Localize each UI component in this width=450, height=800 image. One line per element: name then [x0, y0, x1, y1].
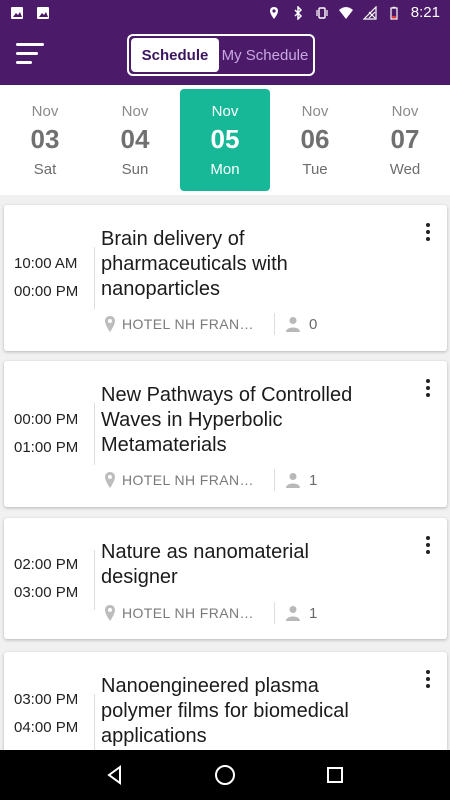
session-location: HOTEL NH FRANKFURT	[122, 316, 262, 332]
wifi-icon	[338, 6, 353, 19]
date-month: Nov	[121, 102, 149, 120]
date-month: Nov	[391, 102, 419, 120]
more-options-icon[interactable]	[425, 223, 431, 243]
date-item[interactable]: Nov 06 Tue	[270, 89, 360, 191]
date-weekday: Sat	[33, 160, 57, 178]
date-item[interactable]: Nov 04 Sun	[90, 89, 180, 191]
schedule-tab[interactable]: Schedule	[131, 38, 219, 72]
session-meta: HOTEL NH FRANKFURT 0	[104, 313, 317, 335]
session-times: 10:00 AM 00:00 PM	[14, 205, 90, 351]
session-times: 02:00 PM 03:00 PM	[14, 518, 90, 639]
session-start-time: 03:00 PM	[14, 691, 79, 708]
session-start-time: 00:00 PM	[14, 411, 79, 428]
date-day: 06	[300, 123, 330, 154]
person-icon	[286, 317, 300, 332]
session-end-time: 03:00 PM	[14, 583, 79, 601]
date-item[interactable]: Nov 07 Wed	[360, 89, 450, 191]
location-icon	[269, 6, 278, 19]
vibrate-icon	[316, 6, 328, 19]
session-meta: HOTEL NH FRANKFURT 1	[104, 469, 317, 491]
status-bar: 8:21	[0, 0, 450, 25]
meta-divider	[274, 313, 275, 335]
location-pin-icon	[105, 605, 115, 621]
session-card[interactable]: 03:00 PM 04:00 PM Nanoengineered plasma …	[4, 652, 447, 750]
date-strip: Nov 03 Sat Nov 04 Sun Nov 05 Mon Nov 06 …	[0, 85, 450, 195]
more-options-icon[interactable]	[425, 379, 431, 399]
recents-square-icon[interactable]	[323, 763, 347, 787]
date-weekday: Tue	[302, 160, 328, 178]
attendee-count: 0	[309, 315, 318, 333]
location-pin-icon	[105, 472, 115, 488]
meta-divider	[274, 469, 275, 491]
session-card[interactable]: 00:00 PM 01:00 PM New Pathways of Contro…	[4, 361, 447, 507]
gallery-icon	[37, 6, 49, 19]
date-weekday: Wed	[389, 160, 421, 178]
session-location: HOTEL NH FRANKFURT	[122, 472, 262, 488]
meta-divider	[274, 602, 275, 624]
date-item[interactable]: Nov 03 Sat	[0, 89, 90, 191]
date-month: Nov	[211, 102, 239, 120]
session-title: New Pathways of Controlled Waves in Hype…	[101, 384, 353, 456]
divider	[94, 403, 95, 465]
session-end-time: 00:00 PM	[14, 283, 79, 300]
date-day: 03	[30, 123, 60, 154]
no-signal-icon	[362, 5, 377, 20]
battery-icon	[390, 6, 398, 20]
session-location: HOTEL NH FRANKFURT	[122, 605, 262, 621]
date-day: 05	[210, 123, 240, 154]
session-end-time: 04:00 PM	[14, 719, 79, 736]
more-options-icon[interactable]	[425, 536, 431, 556]
hamburger-menu-icon[interactable]	[16, 43, 44, 67]
back-triangle-icon[interactable]	[103, 763, 127, 787]
session-start-time: 10:00 AM	[14, 255, 78, 272]
session-times: 03:00 PM 04:00 PM	[14, 686, 90, 742]
attendee-count: 1	[309, 604, 318, 622]
home-circle-icon[interactable]	[213, 763, 237, 787]
divider	[94, 550, 95, 610]
system-nav-bar	[0, 750, 450, 800]
date-day: 07	[390, 123, 420, 154]
date-month: Nov	[301, 102, 329, 120]
date-weekday: Mon	[210, 160, 240, 178]
session-title: Nature as nanomaterial designer	[101, 541, 309, 588]
session-end-time: 01:00 PM	[14, 439, 79, 456]
more-options-icon[interactable]	[425, 670, 431, 690]
bluetooth-icon	[294, 5, 302, 20]
my-schedule-tab[interactable]: My Schedule	[219, 38, 311, 72]
session-list: 10:00 AM 00:00 PM Brain delivery of phar…	[0, 195, 450, 750]
date-weekday: Sun	[121, 160, 149, 178]
schedule-segment-control: Schedule My Schedule	[127, 34, 315, 76]
attendee-count: 1	[309, 471, 318, 489]
status-time: 8:21	[410, 4, 440, 21]
session-times: 00:00 PM 01:00 PM	[14, 361, 90, 507]
session-start-time: 02:00 PM	[14, 555, 79, 573]
image-icon	[11, 6, 23, 19]
app-bar: Schedule My Schedule	[0, 25, 450, 85]
divider	[94, 247, 95, 309]
location-pin-icon	[105, 316, 115, 332]
session-card[interactable]: 10:00 AM 00:00 PM Brain delivery of phar…	[4, 205, 447, 351]
session-meta: HOTEL NH FRANKFURT 1	[104, 602, 317, 624]
session-card[interactable]: 02:00 PM 03:00 PM Nature as nanomaterial…	[4, 518, 447, 639]
person-icon	[286, 606, 300, 621]
divider	[94, 694, 95, 750]
person-icon	[286, 473, 300, 488]
date-item-selected[interactable]: Nov 05 Mon	[180, 89, 270, 191]
session-title: Nanoengineered plasma polymer films for …	[101, 675, 349, 747]
session-title: Brain delivery of pharmaceuticals with n…	[101, 228, 288, 300]
date-month: Nov	[31, 102, 59, 120]
date-day: 04	[120, 123, 150, 154]
